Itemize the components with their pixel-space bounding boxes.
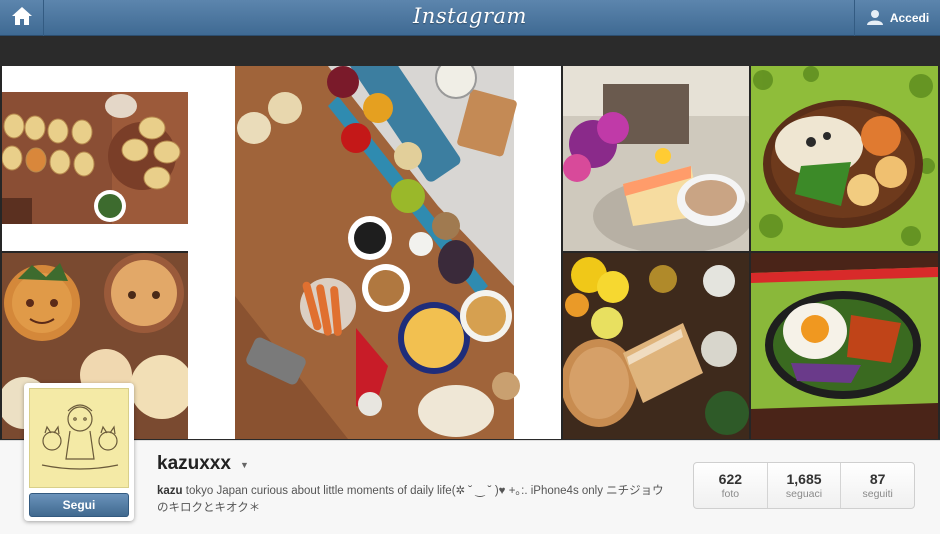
stat-following[interactable]: 87 seguiti bbox=[841, 463, 914, 508]
user-icon bbox=[866, 8, 884, 29]
photo-cookies[interactable] bbox=[2, 66, 188, 251]
stat-followers-label: seguaci bbox=[785, 488, 823, 500]
photo-vegetables-tray[interactable] bbox=[188, 66, 561, 439]
avatar[interactable] bbox=[29, 388, 129, 488]
avatar-card: Segui bbox=[24, 383, 134, 521]
stat-following-label: seguiti bbox=[862, 488, 893, 500]
login-label: Accedi bbox=[889, 11, 930, 25]
photo-bento-rice[interactable] bbox=[751, 66, 938, 251]
bio-text: tokyo Japan curious about little moments… bbox=[157, 485, 664, 514]
profile-bio: kazu tokyo Japan curious about little mo… bbox=[157, 483, 667, 517]
stat-photos-value: 622 bbox=[718, 471, 743, 487]
photo-cake-flowers[interactable] bbox=[563, 66, 749, 251]
stat-following-value: 87 bbox=[869, 471, 886, 487]
profile-username: kazuxxx bbox=[157, 453, 231, 474]
profile-stats: 622 foto 1,685 seguaci 87 seguiti bbox=[693, 462, 915, 509]
chevron-down-icon[interactable]: ▼ bbox=[240, 460, 249, 470]
header-strip bbox=[0, 37, 940, 66]
stat-photos[interactable]: 622 foto bbox=[694, 463, 768, 508]
stat-followers-value: 1,685 bbox=[786, 471, 822, 487]
stat-followers[interactable]: 1,685 seguaci bbox=[768, 463, 842, 508]
photo-bento-egg[interactable] bbox=[751, 253, 938, 439]
follow-button[interactable]: Segui bbox=[29, 493, 129, 517]
login-button[interactable]: Accedi bbox=[854, 0, 940, 36]
top-navigation-bar: Instagram Accedi bbox=[0, 0, 940, 36]
photo-grid bbox=[0, 66, 940, 439]
stat-photos-label: foto bbox=[721, 488, 740, 500]
photo-bread-flowers[interactable] bbox=[563, 253, 749, 439]
instagram-logo[interactable]: Instagram bbox=[0, 4, 940, 28]
bio-name: kazu bbox=[157, 485, 183, 497]
